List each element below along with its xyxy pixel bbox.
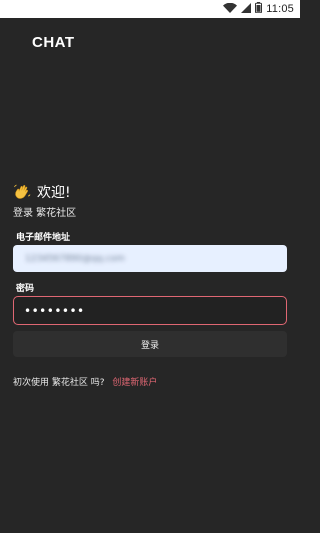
email-value: 1234567890@qq.com (25, 253, 125, 264)
wifi-icon (223, 2, 238, 16)
email-label: 电子邮件地址 (16, 233, 71, 243)
signal-icon (241, 2, 252, 16)
create-account-link[interactable]: 创建新账户 (112, 378, 157, 388)
password-field[interactable]: •••••••• (13, 296, 287, 325)
password-value: •••••••• (24, 303, 85, 318)
signup-prompt-row: 初次使用 繁花社区 吗? 创建新账户 (13, 375, 157, 388)
password-label: 密码 (16, 284, 35, 294)
battery-icon (255, 2, 263, 16)
login-button[interactable]: 登录 (13, 331, 287, 357)
email-field[interactable]: 1234567890@qq.com (13, 245, 287, 272)
waving-hand-icon (13, 183, 31, 201)
welcome-title: 欢迎! (37, 185, 71, 201)
status-icons: 11:05 (223, 0, 294, 18)
welcome-heading: 欢迎! (13, 182, 71, 202)
signup-prompt: 初次使用 繁花社区 吗? (13, 378, 105, 388)
welcome-subtitle: 登录 繁花社区 (13, 208, 77, 219)
status-time: 11:05 (266, 3, 294, 15)
app-brand-title: CHAT (32, 34, 75, 51)
status-bar: 11:05 (0, 0, 300, 18)
